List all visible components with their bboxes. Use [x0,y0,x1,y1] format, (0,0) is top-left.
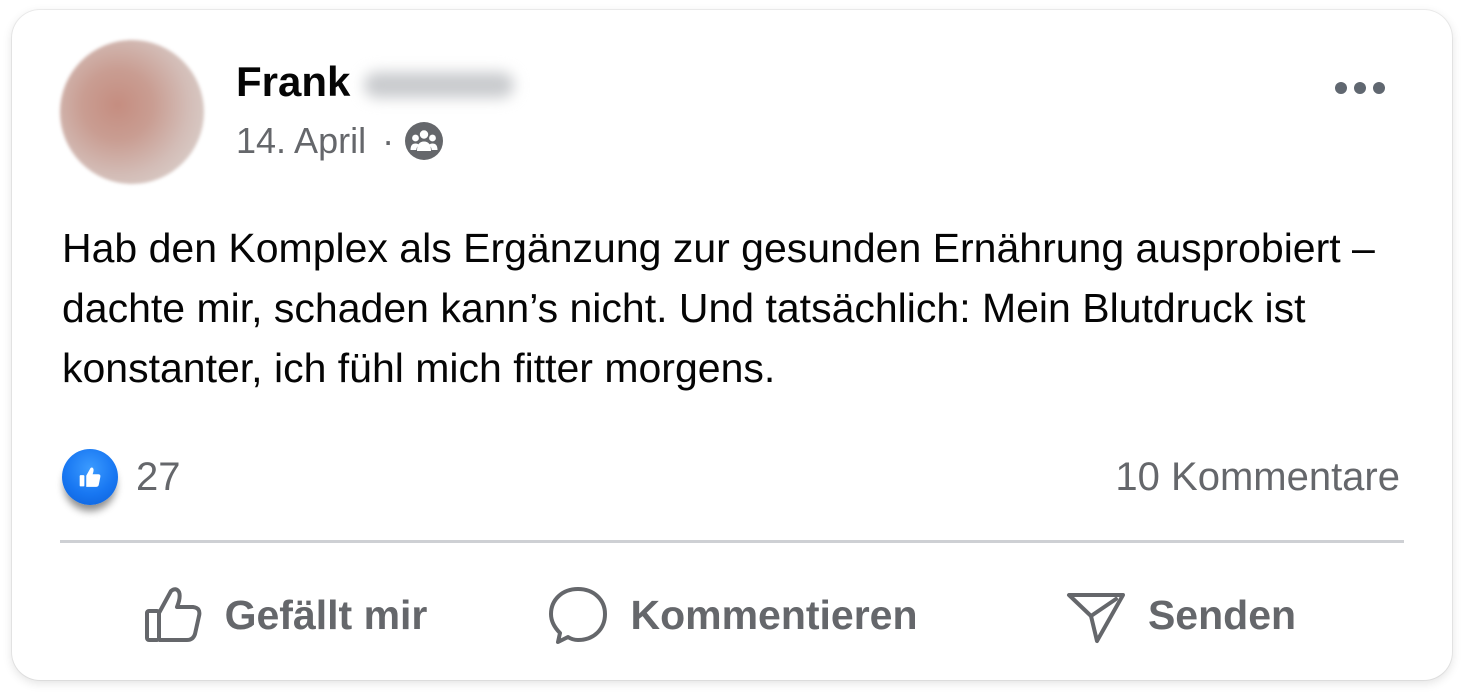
thumbs-up-icon [144,587,201,642]
like-summary[interactable]: 27 [62,449,181,505]
post-date[interactable]: 14. April [236,120,366,162]
more-dot-icon [1335,82,1347,94]
post-card: Frank 14. April · Hab den Komplex als Er… [12,10,1452,680]
comment-button[interactable]: Kommentieren [508,570,956,660]
post-text: Hab den Komplex als Ergänzung zur gesund… [62,225,1375,391]
divider [60,540,1404,543]
meta-separator: · [382,120,395,161]
author-first-name[interactable]: Frank [236,58,350,105]
like-count: 27 [136,454,181,499]
avatar[interactable] [60,40,204,184]
friends-icon[interactable] [404,121,444,161]
send-icon [1066,593,1125,643]
author-name[interactable]: Frank [236,54,515,110]
post-meta: 14. April · [236,116,444,166]
comment-button-label: Kommentieren [630,591,918,638]
like-reaction-icon [62,449,118,505]
action-bar: Gefällt mir Kommentieren Senden [60,570,1404,660]
send-button[interactable]: Senden [956,570,1404,660]
comment-bubble-icon [549,587,608,644]
like-button[interactable]: Gefällt mir [60,570,508,660]
more-dot-icon [1354,82,1366,94]
send-button-label: Senden [1147,591,1297,638]
comments-count-link[interactable]: 10 Kommentare [1115,455,1400,500]
more-dot-icon [1373,82,1385,94]
post-stats: 27 10 Kommentare [62,446,1400,508]
author-last-name-redacted [364,71,515,98]
like-button-label: Gefällt mir [224,591,428,638]
more-options-button[interactable] [1330,70,1390,106]
